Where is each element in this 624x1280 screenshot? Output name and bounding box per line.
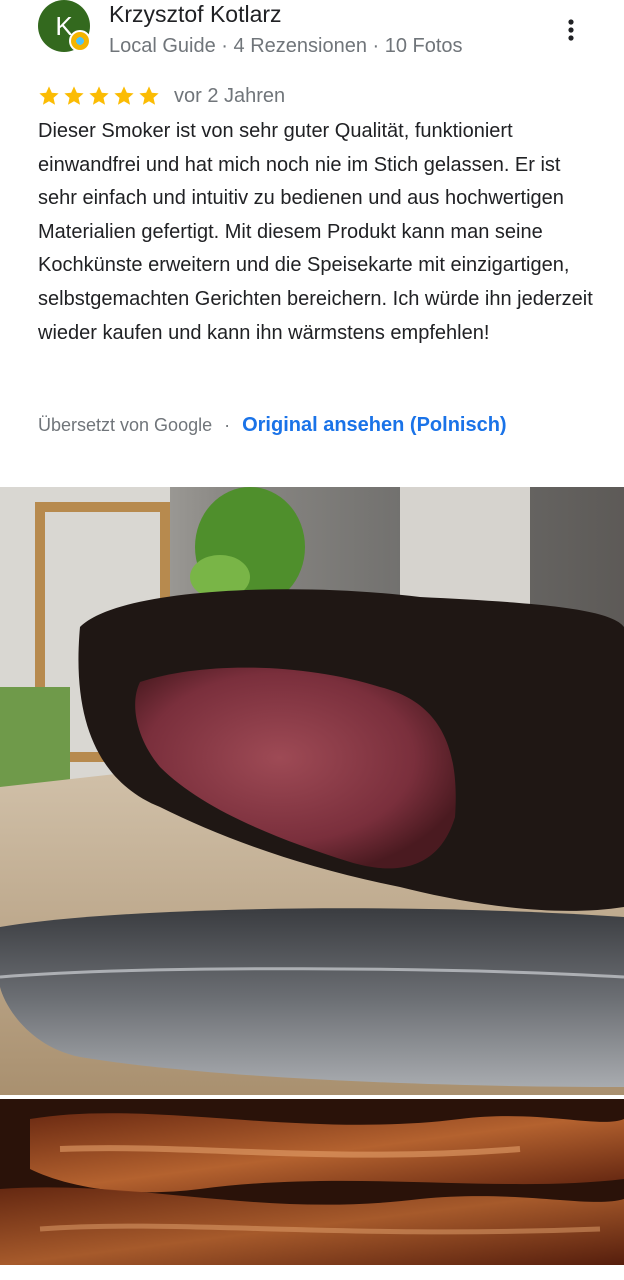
star-icon [39, 86, 59, 105]
translation-row: Übersetzt von Google · Original ansehen … [38, 410, 507, 440]
star-icon [114, 86, 134, 105]
star-rating [38, 85, 160, 107]
star-icon [139, 86, 159, 105]
local-guide-badge-icon [69, 30, 91, 52]
translated-by-label: Übersetzt von Google [38, 414, 213, 435]
more-vert-icon [568, 19, 574, 41]
author-name[interactable]: Krzysztof Kotlarz [109, 0, 282, 28]
review-date: vor 2 Jahren [174, 84, 286, 107]
review-photo-2[interactable] [0, 1099, 624, 1265]
review-photo-1[interactable] [0, 487, 624, 1095]
view-original-link[interactable]: Original ansehen (Polnisch) [242, 414, 507, 437]
review-header: K Krzysztof Kotlarz Local Guide · 4 Reze… [0, 0, 624, 70]
separator-dot: · [224, 414, 231, 435]
author-meta: Local Guide · 4 Rezensionen · 10 Fotos [109, 35, 463, 57]
review-text: Dieser Smoker ist von sehr guter Qualitä… [38, 120, 593, 344]
star-icon [89, 86, 109, 105]
rating-row: vor 2 Jahren [38, 82, 285, 110]
more-options-button[interactable] [558, 14, 584, 46]
star-icon [64, 86, 84, 105]
smoked-bacon-photo [0, 1099, 624, 1265]
smoked-meat-photo [0, 487, 624, 1095]
